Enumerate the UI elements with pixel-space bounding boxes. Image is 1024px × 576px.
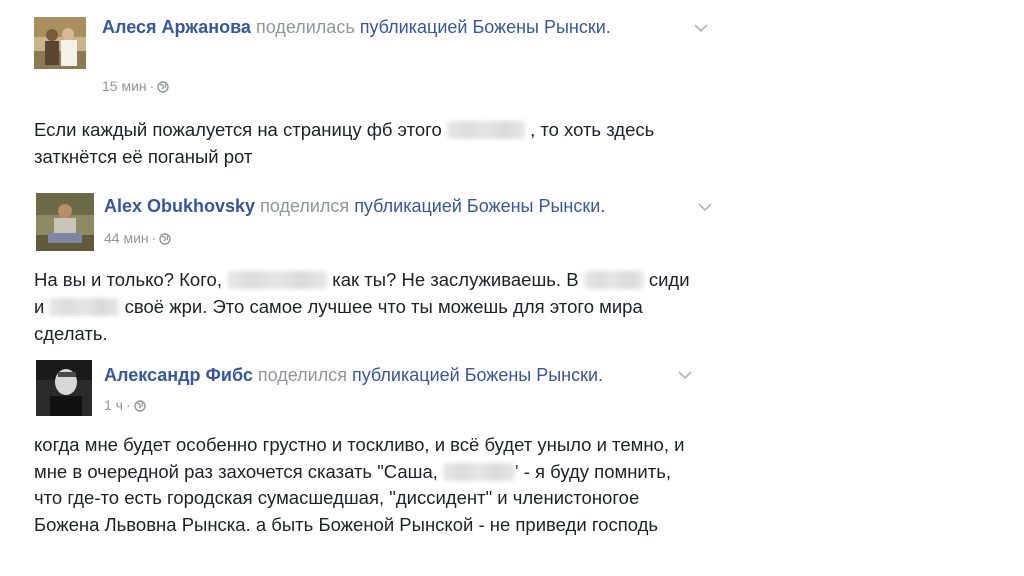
- post-text-part: своё жри. Это самое лучшее что ты можешь…: [34, 296, 643, 344]
- shared-post-link[interactable]: публикацией Божены Рынски.: [352, 365, 603, 385]
- avatar[interactable]: [34, 17, 86, 69]
- shared-verb: поделился: [257, 365, 347, 385]
- avatar[interactable]: [36, 193, 94, 251]
- post-1: Алеся Аржанова поделилась публикацией Бо…: [0, 0, 1024, 180]
- redacted-word: [49, 298, 120, 316]
- timestamp[interactable]: 1 ч: [104, 397, 123, 413]
- post-header: Алеся Аржанова поделилась публикацией Бо…: [102, 16, 622, 39]
- timestamp[interactable]: 44 мин: [104, 230, 149, 246]
- post-header: Alex Obukhovsky поделился публикацией Бо…: [104, 195, 704, 218]
- post-meta: 44 мин ·: [104, 229, 172, 249]
- redacted-word: [227, 271, 328, 289]
- post-text-part: Если каждый пожалуется на страницу фб эт…: [34, 119, 442, 140]
- author-name[interactable]: Alex Obukhovsky: [104, 196, 255, 216]
- shared-verb: поделилась: [255, 17, 355, 37]
- timestamp[interactable]: 15 мин: [102, 78, 147, 94]
- post-text-part: как ты? Не заслуживаешь. В: [332, 269, 579, 290]
- shared-post-link[interactable]: публикацией Божены Рынски.: [360, 17, 611, 37]
- chevron-down-icon[interactable]: [678, 367, 692, 385]
- chevron-down-icon[interactable]: [698, 199, 712, 217]
- post-meta: 15 мин ·: [102, 77, 170, 97]
- post-meta: 1 ч ·: [104, 396, 146, 416]
- post-text: когда мне будет особенно грустно и тоскл…: [34, 432, 704, 538]
- shared-post-link[interactable]: публикацией Божены Рынски.: [354, 196, 605, 216]
- author-name[interactable]: Алеся Аржанова: [102, 17, 251, 37]
- globe-icon: [157, 79, 170, 97]
- post-text: На вы и только? Кого, как ты? Не заслужи…: [34, 266, 704, 347]
- post-text: Если каждый пожалуется на страницу фб эт…: [34, 116, 724, 170]
- shared-verb: поделился: [260, 196, 350, 216]
- author-name[interactable]: Александр Фибс: [104, 365, 253, 385]
- post-header: Александр Фибс поделился публикацией Бож…: [104, 364, 704, 387]
- separator-dot: ·: [151, 230, 157, 246]
- chevron-down-icon[interactable]: [694, 20, 708, 38]
- globe-icon: [159, 231, 172, 249]
- globe-icon: [133, 398, 146, 416]
- avatar[interactable]: [36, 360, 92, 416]
- separator-dot: ·: [125, 397, 131, 413]
- redacted-word: [446, 121, 525, 139]
- redacted-word: [443, 462, 516, 481]
- redacted-word: [583, 271, 644, 289]
- post-text-part: На вы и только? Кого,: [34, 269, 222, 290]
- separator-dot: ·: [149, 78, 155, 94]
